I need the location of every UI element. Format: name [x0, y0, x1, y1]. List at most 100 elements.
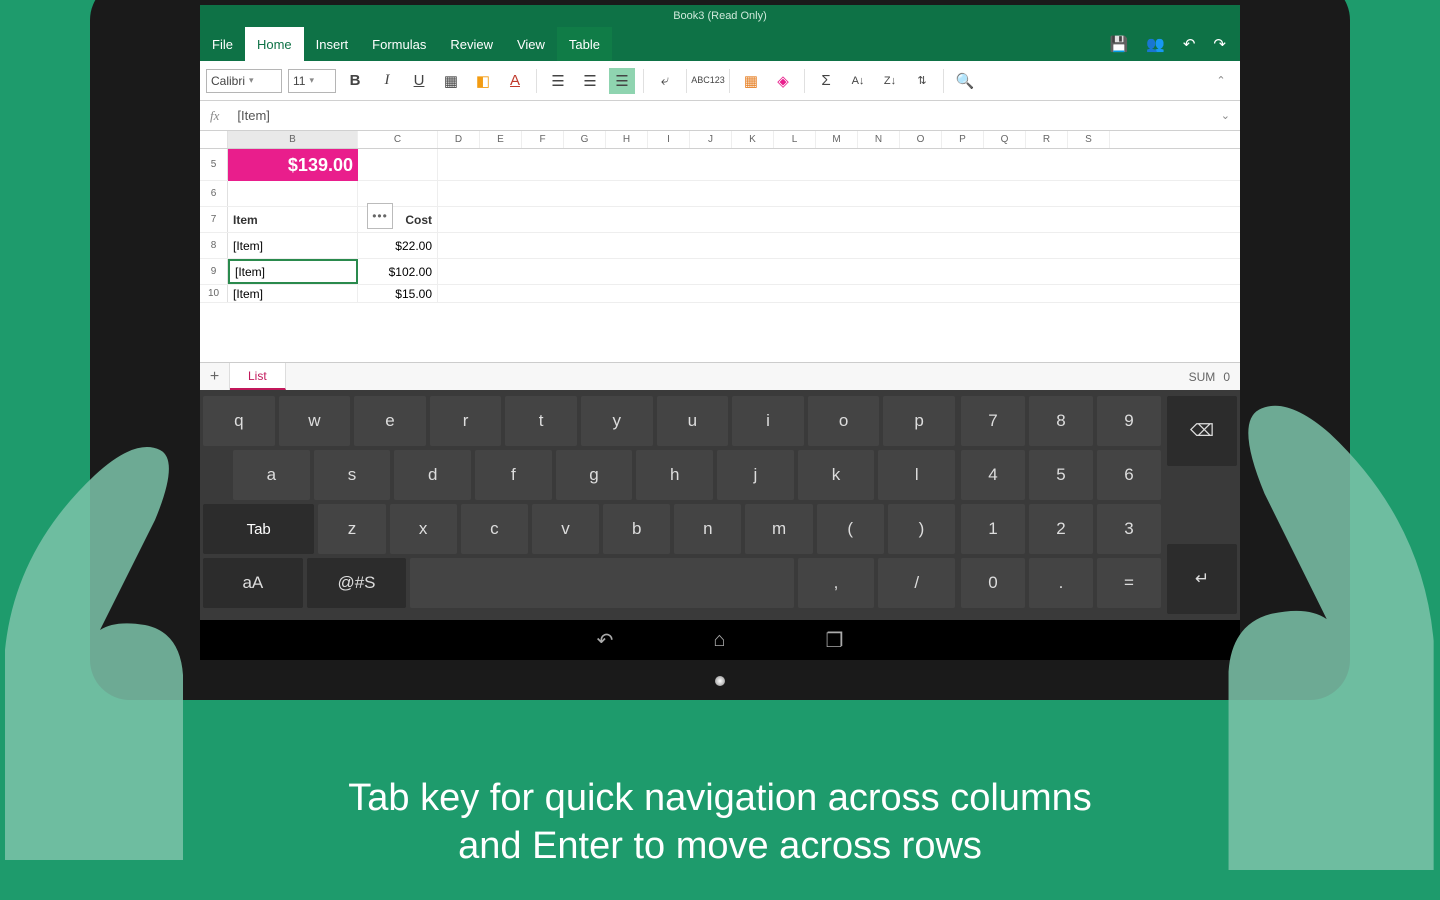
cell-C10[interactable]: $15.00: [358, 285, 438, 302]
cell-C5[interactable]: [358, 149, 438, 180]
redo-icon[interactable]: ↷: [1213, 35, 1226, 53]
key-n[interactable]: n: [674, 504, 741, 554]
col-header-G[interactable]: G: [564, 131, 606, 148]
key-c[interactable]: c: [461, 504, 528, 554]
key-([interactable]: (: [817, 504, 884, 554]
key-j[interactable]: j: [717, 450, 794, 500]
wrap-text-button[interactable]: ⤶: [652, 68, 678, 94]
share-icon[interactable]: 👥: [1146, 35, 1165, 53]
col-header-C[interactable]: C: [358, 131, 438, 148]
fill-color-button[interactable]: ◧: [470, 68, 496, 94]
key-s[interactable]: s: [314, 450, 391, 500]
bold-button[interactable]: B: [342, 68, 368, 94]
key-space[interactable]: [410, 558, 793, 608]
cell-C9[interactable]: $102.00: [358, 259, 438, 284]
key-y[interactable]: y: [581, 396, 653, 446]
insert-table-button[interactable]: ▦: [738, 68, 764, 94]
key-v[interactable]: v: [532, 504, 599, 554]
key-g[interactable]: g: [556, 450, 633, 500]
tab-review[interactable]: Review: [438, 27, 505, 61]
tab-formulas[interactable]: Formulas: [360, 27, 438, 61]
key-num-2[interactable]: 2: [1029, 504, 1093, 554]
key-slash[interactable]: /: [878, 558, 955, 608]
sheet-tab-list[interactable]: List: [230, 363, 286, 390]
borders-button[interactable]: ▦: [438, 68, 464, 94]
chevron-down-icon[interactable]: ⌄: [1221, 109, 1230, 122]
cell-B10[interactable]: [Item]: [228, 285, 358, 302]
key-f[interactable]: f: [475, 450, 552, 500]
tab-home[interactable]: Home: [245, 27, 304, 61]
key-symbols[interactable]: @#S: [307, 558, 407, 608]
cell-B7[interactable]: Item: [228, 207, 358, 232]
key-d[interactable]: d: [394, 450, 471, 500]
key-r[interactable]: r: [430, 396, 502, 446]
autosum-button[interactable]: Σ: [813, 68, 839, 94]
tab-insert[interactable]: Insert: [304, 27, 361, 61]
cell-B5[interactable]: $139.00: [228, 149, 358, 181]
key-b[interactable]: b: [603, 504, 670, 554]
font-name-select[interactable]: Calibri▾: [206, 69, 282, 93]
row-header-10[interactable]: 10: [200, 285, 228, 302]
key-u[interactable]: u: [657, 396, 729, 446]
col-header-J[interactable]: J: [690, 131, 732, 148]
font-size-select[interactable]: 11▾: [288, 69, 336, 93]
save-icon[interactable]: 💾: [1109, 35, 1128, 53]
nav-home-icon[interactable]: ⌂: [713, 629, 725, 652]
sort-button[interactable]: ⇅: [909, 68, 935, 94]
key-num-.[interactable]: .: [1029, 558, 1093, 608]
col-header-I[interactable]: I: [648, 131, 690, 148]
col-header-O[interactable]: O: [900, 131, 942, 148]
tab-file[interactable]: File: [200, 27, 245, 61]
key-m[interactable]: m: [745, 504, 812, 554]
col-header-P[interactable]: P: [942, 131, 984, 148]
align-center-button[interactable]: ☰: [577, 68, 603, 94]
key-p[interactable]: p: [883, 396, 955, 446]
font-color-button[interactable]: A: [502, 68, 528, 94]
key-num-7[interactable]: 7: [961, 396, 1025, 446]
key-l[interactable]: l: [878, 450, 955, 500]
find-button[interactable]: 🔍: [952, 68, 978, 94]
sort-asc-button[interactable]: A↓: [845, 68, 871, 94]
key-num-8[interactable]: 8: [1029, 396, 1093, 446]
key-)[interactable]: ): [888, 504, 955, 554]
col-header-B[interactable]: B: [228, 131, 358, 148]
nav-recent-icon[interactable]: ❐: [825, 628, 843, 653]
collapse-ribbon-button[interactable]: ⌃: [1208, 68, 1234, 94]
key-comma[interactable]: ,: [798, 558, 875, 608]
underline-button[interactable]: U: [406, 68, 432, 94]
col-header-N[interactable]: N: [858, 131, 900, 148]
col-header-F[interactable]: F: [522, 131, 564, 148]
key-e[interactable]: e: [354, 396, 426, 446]
formula-input[interactable]: [Item]: [237, 108, 270, 123]
cell-B8[interactable]: [Item]: [228, 233, 358, 258]
col-header-K[interactable]: K: [732, 131, 774, 148]
key-num-5[interactable]: 5: [1029, 450, 1093, 500]
add-sheet-button[interactable]: +: [200, 363, 230, 390]
tab-view[interactable]: View: [505, 27, 557, 61]
key-i[interactable]: i: [732, 396, 804, 446]
row-header-9[interactable]: 9: [200, 259, 228, 284]
row-header-6[interactable]: 6: [200, 181, 228, 206]
spreadsheet-grid[interactable]: BCDEFGHIJKLMNOPQRS 5$139.0067ItemCost8[I…: [200, 131, 1240, 362]
row-options-button[interactable]: •••: [367, 203, 393, 229]
nav-back-icon[interactable]: ↶: [597, 628, 614, 653]
key-h[interactable]: h: [636, 450, 713, 500]
cell-C8[interactable]: $22.00: [358, 233, 438, 258]
col-header-R[interactable]: R: [1026, 131, 1068, 148]
col-header-L[interactable]: L: [774, 131, 816, 148]
row-header-8[interactable]: 8: [200, 233, 228, 258]
col-header-S[interactable]: S: [1068, 131, 1110, 148]
col-header-Q[interactable]: Q: [984, 131, 1026, 148]
cell-B6[interactable]: [228, 181, 358, 206]
italic-button[interactable]: I: [374, 68, 400, 94]
key-num-0[interactable]: 0: [961, 558, 1025, 608]
align-right-button[interactable]: ☰: [609, 68, 635, 94]
formula-bar[interactable]: fx [Item] ⌄: [200, 101, 1240, 131]
key-num-1[interactable]: 1: [961, 504, 1025, 554]
key-z[interactable]: z: [318, 504, 385, 554]
key-k[interactable]: k: [798, 450, 875, 500]
cell-B9[interactable]: [Item]: [228, 259, 358, 284]
undo-icon[interactable]: ↶: [1183, 35, 1196, 53]
key-o[interactable]: o: [808, 396, 880, 446]
key-num-4[interactable]: 4: [961, 450, 1025, 500]
